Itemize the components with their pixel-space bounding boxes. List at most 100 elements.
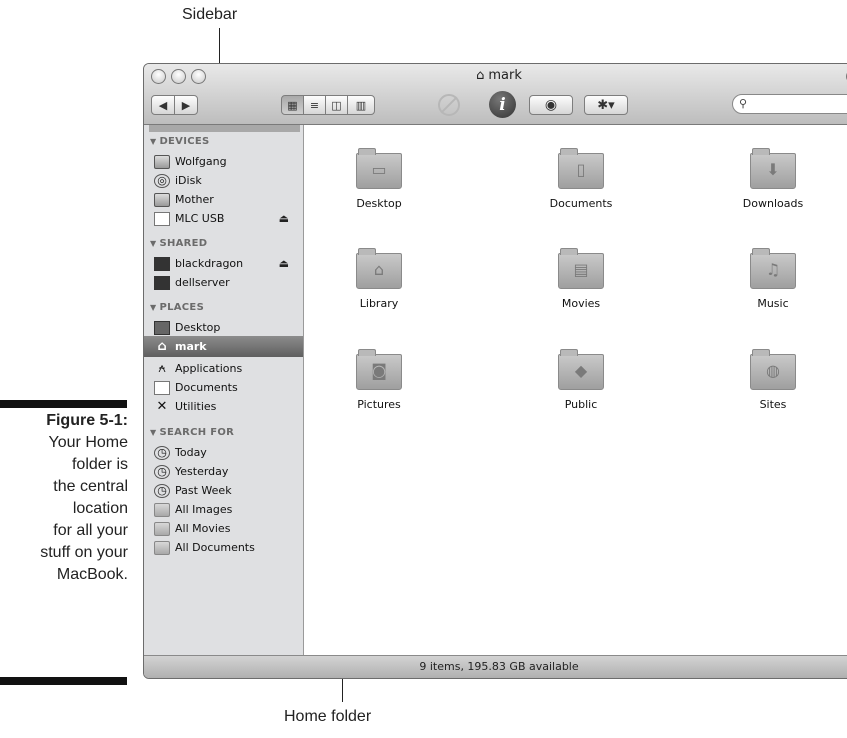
clock-icon: ◷ — [154, 464, 170, 479]
sidebar-item-mlc-usb[interactable]: MLC USB ⏏ — [144, 208, 303, 229]
eject-icon[interactable]: ⏏ — [279, 212, 289, 225]
sidebar-item-label: Past Week — [175, 484, 232, 497]
sidebar-item-mark[interactable]: ⌂ mark — [144, 336, 303, 357]
folder-label: Movies — [561, 297, 601, 310]
sidebar-item-desktop[interactable]: Desktop — [144, 317, 303, 338]
sidebar-item-idisk[interactable]: ◎ iDisk — [144, 170, 303, 191]
column-view-icon: ◫ — [331, 98, 342, 112]
public-folder-icon: ◆ — [558, 349, 604, 390]
hard-drive-icon — [154, 192, 170, 207]
home-folder-callout-label: Home folder — [284, 708, 372, 725]
utilities-icon: ✕ — [156, 399, 168, 414]
sidebar-item-all-movies[interactable]: All Movies — [144, 518, 303, 539]
usb-drive-icon — [154, 211, 170, 226]
finder-window: ⌂ mark ◀ ▶ ▦ ≡ ◫ ▥ i ◉ ✱▾ ⚲ ▼ DEVICES Wolf… — [143, 63, 847, 679]
folder-public[interactable]: ◆ Public — [526, 349, 636, 411]
document-icon — [154, 380, 170, 395]
idisk-icon: ◎ — [154, 173, 170, 188]
library-folder-icon: ⌂ — [356, 248, 402, 289]
sidebar-item-utilities[interactable]: ✕ Utilities — [144, 396, 303, 417]
sidebar-item-label: Wolfgang — [175, 155, 227, 168]
sites-folder-icon: ◍ — [750, 349, 796, 390]
sidebar-item-all-documents[interactable]: All Documents — [144, 537, 303, 558]
folder-label: Downloads — [742, 197, 804, 210]
eject-icon[interactable]: ⏏ — [279, 257, 289, 270]
cover-flow-button[interactable]: ▥ — [347, 95, 375, 115]
sidebar-item-documents[interactable]: Documents — [144, 377, 303, 398]
sidebar-item-applications[interactable]: ⍲ Applications — [144, 358, 303, 379]
list-view-button[interactable]: ≡ — [303, 95, 326, 115]
section-header-label: SHARED — [159, 238, 208, 249]
sidebar-item-wolfgang[interactable]: Wolfgang — [144, 151, 303, 172]
pictures-folder-icon: ◙ — [356, 349, 402, 390]
folder-documents[interactable]: ▯ Documents — [526, 148, 636, 210]
sidebar-item-blackdragon[interactable]: blackdragon ⏏ — [144, 253, 303, 274]
caption-line: the central — [53, 478, 128, 495]
sidebar-item-dellserver[interactable]: dellserver — [144, 272, 303, 293]
sidebar-item-label: Documents — [175, 381, 238, 394]
forward-button[interactable]: ▶ — [174, 95, 198, 115]
status-bar: 9 items, 195.83 GB available — [144, 655, 847, 678]
quick-look-button[interactable]: ◉ — [529, 95, 573, 115]
caption-line: stuff on your — [40, 544, 128, 561]
window-title: ⌂ mark — [144, 68, 847, 83]
sidebar-item-yesterday[interactable]: ◷ Yesterday — [144, 461, 303, 482]
sidebar-item-label: All Images — [175, 503, 233, 516]
section-header-devices[interactable]: ▼ DEVICES — [150, 136, 210, 147]
search-field[interactable]: ⚲ — [732, 94, 847, 114]
search-icon: ⚲ — [739, 97, 748, 110]
section-header-label: DEVICES — [159, 136, 210, 147]
music-folder-icon: ♫ — [750, 248, 796, 289]
sidebar-item-label: Desktop — [175, 321, 221, 334]
figure-caption: Figure 5-1: Your Home folder is the cent… — [0, 410, 128, 586]
sidebar-item-mother[interactable]: Mother — [144, 189, 303, 210]
sidebar-top-bar — [149, 125, 300, 132]
back-arrow-icon: ◀ — [158, 98, 168, 112]
disclosure-triangle-icon: ▼ — [150, 239, 157, 248]
sidebar-item-all-images[interactable]: All Images — [144, 499, 303, 520]
folder-library[interactable]: ⌂ Library — [324, 248, 434, 310]
folder-label: Pictures — [357, 398, 401, 411]
section-header-shared[interactable]: ▼ SHARED — [150, 238, 207, 249]
section-header-search-for[interactable]: ▼ SEARCH FOR — [150, 427, 234, 438]
status-text: 9 items, 195.83 GB available — [419, 660, 579, 673]
sidebar: ▼ DEVICES Wolfgang ◎ iDisk Mother MLC USB ⏏… — [144, 125, 304, 656]
sidebar-item-past-week[interactable]: ◷ Past Week — [144, 480, 303, 501]
movies-folder-icon: ▤ — [558, 248, 604, 289]
icon-view-icon: ▦ — [287, 98, 298, 112]
search-input[interactable] — [749, 97, 844, 111]
smart-folder-icon — [154, 521, 170, 536]
sidebar-item-label: All Documents — [175, 541, 255, 554]
disclosure-triangle-icon: ▼ — [150, 303, 157, 312]
folder-label: Library — [359, 297, 399, 310]
smart-folder-icon — [154, 540, 170, 555]
section-header-label: PLACES — [159, 302, 205, 313]
clock-icon: ◷ — [154, 483, 170, 498]
list-view-icon: ≡ — [309, 98, 320, 112]
back-button[interactable]: ◀ — [151, 95, 175, 115]
home-icon: ⌂ — [476, 68, 485, 83]
folder-music[interactable]: ♫ Music — [718, 248, 828, 310]
disclosure-triangle-icon: ▼ — [150, 428, 157, 437]
get-info-button[interactable]: i — [489, 91, 516, 118]
column-view-button[interactable]: ◫ — [325, 95, 348, 115]
clock-icon: ◷ — [154, 445, 170, 460]
toolbar: ⌂ mark ◀ ▶ ▦ ≡ ◫ ▥ i ◉ ✱▾ ⚲ — [144, 64, 847, 125]
icon-view-button[interactable]: ▦ — [281, 95, 304, 115]
section-header-label: SEARCH FOR — [159, 427, 235, 438]
caption-line: MacBook. — [56, 566, 128, 583]
folder-pictures[interactable]: ◙ Pictures — [324, 349, 434, 411]
folder-downloads[interactable]: ⬇ Downloads — [718, 148, 828, 210]
caption-line: location — [72, 500, 128, 517]
section-header-places[interactable]: ▼ PLACES — [150, 302, 204, 313]
folder-movies[interactable]: ▤ Movies — [526, 248, 636, 310]
figure-number: Figure 5-1: — [46, 412, 128, 429]
sidebar-item-label: blackdragon — [175, 257, 244, 270]
action-menu-button[interactable]: ✱▾ — [584, 95, 628, 115]
caption-line: Your Home — [48, 434, 128, 451]
sidebar-item-today[interactable]: ◷ Today — [144, 442, 303, 463]
folder-label: Music — [757, 297, 789, 310]
folder-desktop[interactable]: ▭ Desktop — [324, 148, 434, 210]
computer-icon — [154, 256, 170, 271]
folder-sites[interactable]: ◍ Sites — [718, 349, 828, 411]
